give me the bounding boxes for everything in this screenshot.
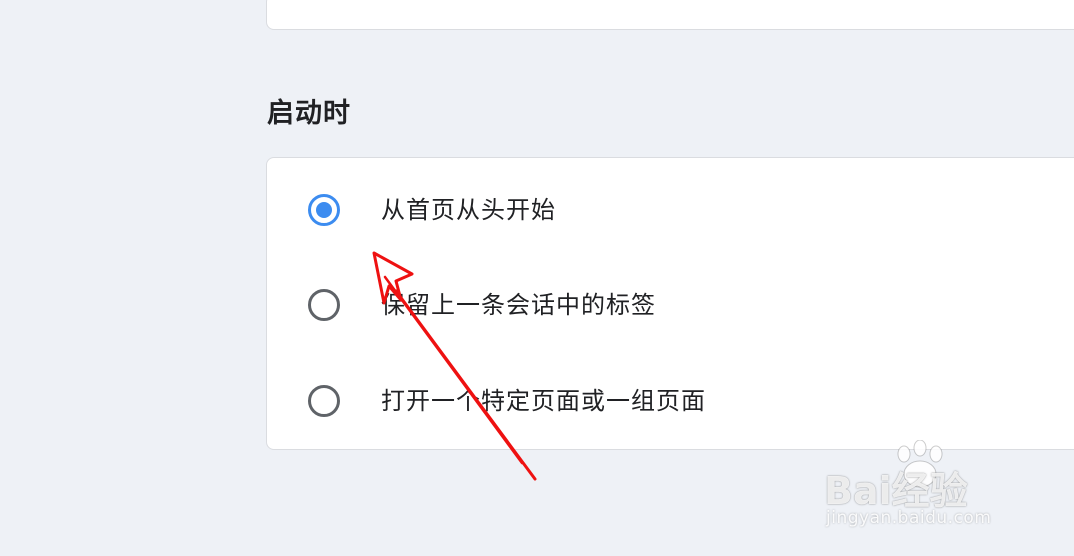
radio-selected-icon[interactable] — [308, 194, 340, 226]
section-title-on-startup: 启动时 — [267, 98, 351, 129]
watermark-url: jingyan.baidu.com — [826, 508, 992, 528]
baidu-jingyan-watermark: Bai经验 jingyan.baidu.com — [822, 440, 1032, 540]
watermark-brand: Bai经验 — [824, 469, 968, 513]
previous-settings-card — [266, 0, 1074, 30]
option-label: 打开一个特定页面或一组页面 — [381, 387, 706, 415]
startup-options-card: 从首页从头开始 保留上一条会话中的标签 打开一个特定页面或一组页面 — [266, 157, 1074, 450]
radio-unselected-icon[interactable] — [308, 385, 340, 417]
startup-option-open-specific-pages[interactable]: 打开一个特定页面或一组页面 — [267, 352, 1074, 448]
startup-option-new-tab-page[interactable]: 从首页从头开始 — [267, 161, 1074, 257]
startup-option-continue-session[interactable]: 保留上一条会话中的标签 — [267, 256, 1074, 352]
radio-unselected-icon[interactable] — [308, 289, 340, 321]
option-label: 从首页从头开始 — [381, 196, 556, 224]
option-label: 保留上一条会话中的标签 — [381, 291, 656, 319]
